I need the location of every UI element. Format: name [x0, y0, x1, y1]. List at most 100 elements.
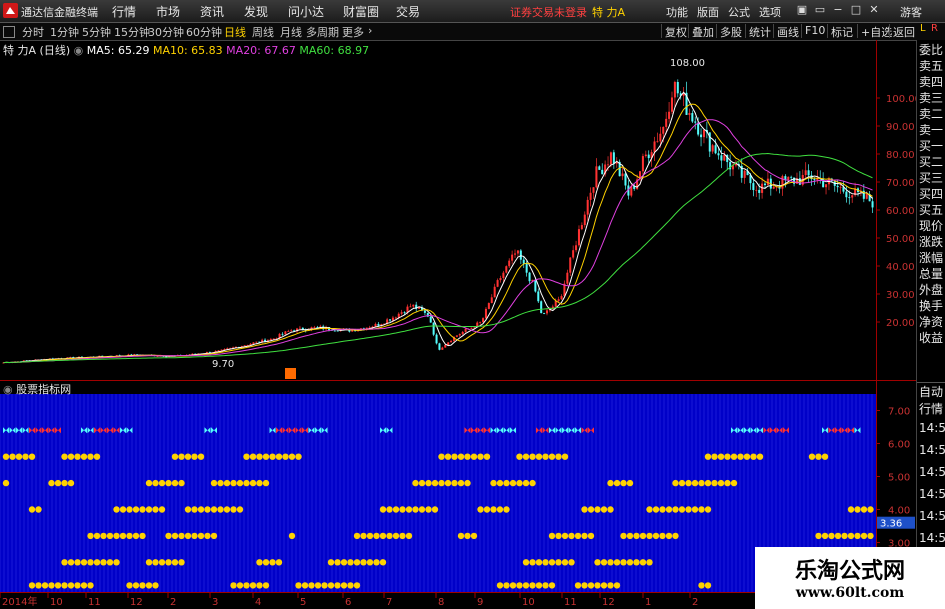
- menu-discover[interactable]: 发现: [244, 3, 268, 20]
- toolbar-button-1[interactable]: 叠加: [688, 24, 714, 39]
- signal-dot: [48, 479, 55, 487]
- signal-dot: [249, 582, 257, 589]
- panel-item-8[interactable]: 买三: [919, 172, 943, 185]
- signal-dot: [223, 479, 231, 487]
- candle-body: [220, 349, 223, 351]
- panel-item-11[interactable]: 现价: [919, 220, 943, 233]
- panel-item-5[interactable]: 卖一: [919, 124, 943, 137]
- menu-function[interactable]: 功能: [666, 4, 688, 20]
- close-icon[interactable]: ✕: [868, 4, 880, 16]
- candle-body: [156, 356, 159, 357]
- menu-layout[interactable]: 版面: [697, 4, 719, 20]
- panel-item-17[interactable]: 净资: [919, 316, 943, 329]
- indicator-tick-label: 6.00: [888, 440, 910, 451]
- toolbar-button-5[interactable]: F10: [801, 24, 825, 38]
- toolbar-button-4[interactable]: 画线: [773, 24, 799, 39]
- guest-label[interactable]: 游客: [900, 4, 922, 20]
- panel-item-14[interactable]: 总量: [919, 268, 943, 281]
- menu-formula[interactable]: 公式: [728, 4, 750, 20]
- signal-dot: [191, 506, 198, 513]
- period-tab-9[interactable]: 多周期: [306, 24, 339, 40]
- restore-icon[interactable]: □: [850, 4, 862, 16]
- panel-item-7[interactable]: 买二: [919, 156, 943, 169]
- grid-toggle-icon[interactable]: [3, 26, 15, 38]
- signal-dot: [665, 506, 673, 513]
- app-title: 通达信金融终端: [21, 6, 98, 19]
- period-tab-5[interactable]: 60分钟: [186, 24, 222, 40]
- period-tab-8[interactable]: 月线: [280, 24, 302, 40]
- more-arrow-icon[interactable]: ›: [368, 24, 372, 37]
- menu-wealth[interactable]: 财富圈: [343, 3, 379, 20]
- menu-ask[interactable]: 问小达: [288, 3, 324, 20]
- indicator-title: 股票指标网: [16, 383, 72, 396]
- candle-body: [575, 245, 578, 251]
- candle-body: [255, 341, 258, 343]
- panel-item-10[interactable]: 买五: [919, 204, 943, 217]
- panel-item-16[interactable]: 换手: [919, 300, 943, 313]
- side-letter-r: R: [931, 23, 938, 34]
- panel-item-1[interactable]: 卖五: [919, 60, 943, 73]
- panel-item-15[interactable]: 外盘: [919, 284, 943, 297]
- candle-body: [807, 170, 810, 176]
- signal-dot: [561, 453, 569, 460]
- period-tab-0[interactable]: 分时: [22, 24, 44, 40]
- signal-dot: [139, 506, 146, 513]
- signal-dot: [379, 532, 387, 540]
- candle-body: [461, 331, 464, 335]
- toolbar-button-2[interactable]: 多股: [716, 24, 742, 39]
- window-icon-1[interactable]: ▣: [796, 4, 808, 16]
- panel-lower-1[interactable]: 行情: [919, 403, 943, 416]
- period-tab-4[interactable]: 30分钟: [148, 24, 184, 40]
- panel-item-18[interactable]: 收益: [919, 332, 943, 345]
- panel-item-9[interactable]: 买四: [919, 188, 943, 201]
- toolbar-button-0[interactable]: 复权: [661, 24, 687, 39]
- x-tick-label: 12: [130, 597, 143, 608]
- chart-area[interactable]: 100.00 90.00 80.00 70.00 60.00 50.00 40.00 30.0…: [0, 40, 916, 609]
- minimize-icon[interactable]: −: [832, 4, 844, 16]
- panel-item-4[interactable]: 卖二: [919, 108, 943, 121]
- signal-dot: [600, 506, 608, 513]
- candle-body: [572, 250, 575, 258]
- signal-dot: [730, 479, 738, 487]
- menu-options[interactable]: 选项: [759, 4, 781, 20]
- signal-dot: [178, 532, 185, 540]
- toolbar-button-8[interactable]: 返回: [889, 24, 915, 39]
- signal-dot: [28, 582, 36, 589]
- event-marker-icon[interactable]: [285, 368, 296, 379]
- period-tab-2[interactable]: 5分钟: [82, 24, 111, 40]
- panel-item-13[interactable]: 涨幅: [919, 252, 943, 265]
- menu-market[interactable]: 市场: [156, 3, 180, 20]
- candle-body: [697, 122, 700, 135]
- period-tab-7[interactable]: 周线: [252, 24, 274, 40]
- panel-item-3[interactable]: 卖三: [919, 92, 943, 105]
- panel-item-2[interactable]: 卖四: [919, 76, 943, 89]
- candle-body: [580, 225, 583, 230]
- candle-body: [389, 319, 392, 321]
- x-tick-label: 2: [692, 597, 698, 608]
- signal-dot: [132, 532, 140, 540]
- menu-trade[interactable]: 交易: [396, 3, 420, 20]
- menu-quotes[interactable]: 行情: [112, 3, 136, 20]
- toolbar-button-6[interactable]: 标记: [827, 24, 853, 39]
- period-tab-10[interactable]: 更多: [342, 24, 364, 40]
- toolbar-button-7[interactable]: +自选: [857, 24, 892, 39]
- panel-item-0[interactable]: 委比: [919, 44, 943, 57]
- period-tab-1[interactable]: 1分钟: [50, 24, 79, 40]
- ma60-line: [3, 152, 873, 364]
- chart-settings-icon[interactable]: ◉: [74, 44, 84, 57]
- panel-item-6[interactable]: 买一: [919, 140, 943, 153]
- period-tab-6[interactable]: 日线: [224, 24, 246, 40]
- indicator-settings-icon[interactable]: ◉: [3, 383, 13, 396]
- candle-body: [659, 133, 662, 142]
- signal-dot: [555, 453, 562, 460]
- signal-dot: [496, 582, 504, 589]
- low-annotation: 9.70: [212, 359, 235, 370]
- candle-body: [656, 141, 659, 143]
- period-tab-3[interactable]: 15分钟: [114, 24, 150, 40]
- window-icon-2[interactable]: ▭: [814, 4, 826, 16]
- signal-dot: [210, 506, 218, 513]
- panel-lower-0[interactable]: 自动: [919, 386, 943, 399]
- toolbar-button-3[interactable]: 统计: [745, 24, 771, 39]
- menu-news[interactable]: 资讯: [200, 3, 224, 20]
- panel-item-12[interactable]: 涨跌: [919, 236, 943, 249]
